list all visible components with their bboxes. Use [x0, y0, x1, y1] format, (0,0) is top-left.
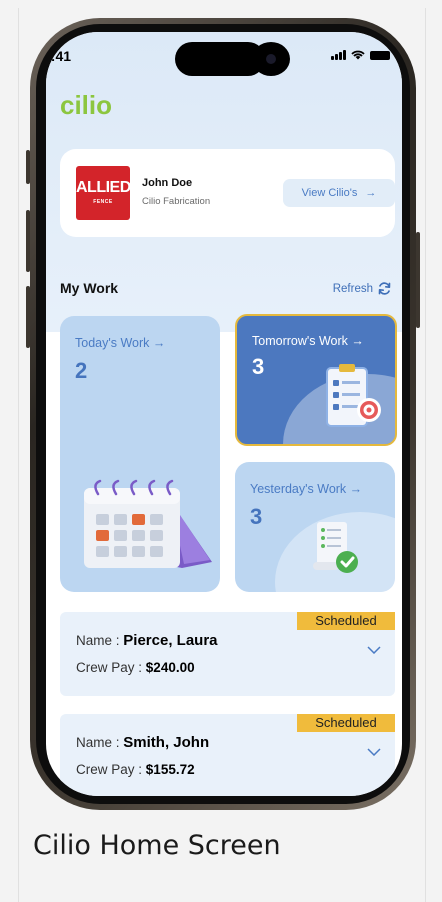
side-button-power — [416, 232, 420, 328]
refresh-label: Refresh — [332, 282, 373, 295]
chevron-down-icon[interactable] — [367, 646, 381, 654]
company-logo-subtext: FENCE — [93, 199, 113, 205]
pay-label: Crew Pay : — [76, 762, 143, 777]
crew-pay-row: Crew Pay : $240.00 — [76, 660, 195, 675]
todays-work-card[interactable]: Today's Work → 2 — [60, 316, 220, 592]
tomorrows-work-label: Tomorrow's Work → — [252, 334, 364, 348]
tomorrows-work-count: 3 — [252, 354, 265, 379]
todays-work-count: 2 — [75, 358, 88, 383]
view-cilios-label: View Cilio's — [301, 187, 358, 199]
tomorrows-work-card[interactable]: Tomorrow's Work → 3 — [235, 314, 397, 446]
user-name: John Doe — [142, 177, 193, 189]
front-camera — [252, 42, 290, 76]
crew-card[interactable]: Scheduled Name : Pierce, Laura Crew Pay … — [60, 612, 395, 696]
company-logo: ALLIED FENCE — [76, 166, 131, 220]
status-icons — [331, 50, 390, 60]
profile-card: ALLIED FENCE John Doe Cilio Fabrication … — [60, 149, 395, 237]
name-label: Name : — [76, 735, 120, 750]
crew-pay-row: Crew Pay : $155.72 — [76, 762, 195, 777]
side-button-volume-down — [26, 286, 30, 348]
signal-icon — [331, 50, 346, 60]
company-logo-text: ALLIED — [76, 179, 131, 196]
crew-name: Smith, John — [123, 734, 210, 751]
battery-icon — [370, 51, 390, 60]
view-cilios-button[interactable]: View Cilio's → — [283, 179, 395, 207]
yesterdays-work-count: 3 — [250, 504, 263, 529]
side-button-volume-up — [26, 210, 30, 272]
crew-card[interactable]: Scheduled Name : Smith, John Crew Pay : … — [60, 714, 395, 796]
status-time: 9:41 — [46, 48, 72, 64]
chevron-down-icon[interactable] — [367, 748, 381, 756]
crew-pay: $240.00 — [145, 660, 195, 675]
refresh-button[interactable]: Refresh — [333, 281, 392, 296]
checklist-icon — [313, 522, 358, 573]
yesterdays-work-label: Yesterday's Work → — [250, 482, 363, 496]
status-badge: Scheduled — [297, 612, 395, 630]
refresh-icon — [378, 282, 391, 295]
section-title-my-work: My Work — [60, 280, 119, 296]
calendar-icon — [84, 479, 212, 568]
name-label: Name : — [76, 633, 120, 648]
screenshot-caption: Cilio Home Screen — [33, 830, 281, 861]
status-badge: Scheduled — [297, 714, 395, 732]
user-company: Cilio Fabrication — [142, 196, 211, 207]
clipboard-target-icon — [326, 364, 381, 427]
crew-pay: $155.72 — [145, 762, 195, 777]
side-button-mute — [26, 150, 30, 184]
crew-name-row: Name : Smith, John — [76, 734, 209, 751]
app-screen: 9:41 cilio ALLIED FENCE John Doe Cilio F… — [46, 32, 402, 796]
app-logo: cilio — [60, 90, 113, 120]
arrow-right-icon: → — [365, 187, 377, 199]
todays-work-label: Today's Work → — [75, 336, 166, 350]
yesterdays-work-card[interactable]: Yesterday's Work → 3 — [235, 462, 395, 592]
crew-name: Pierce, Laura — [123, 632, 218, 649]
crew-name-row: Name : Pierce, Laura — [76, 632, 218, 649]
pay-label: Crew Pay : — [76, 660, 143, 675]
wifi-icon — [351, 50, 365, 60]
